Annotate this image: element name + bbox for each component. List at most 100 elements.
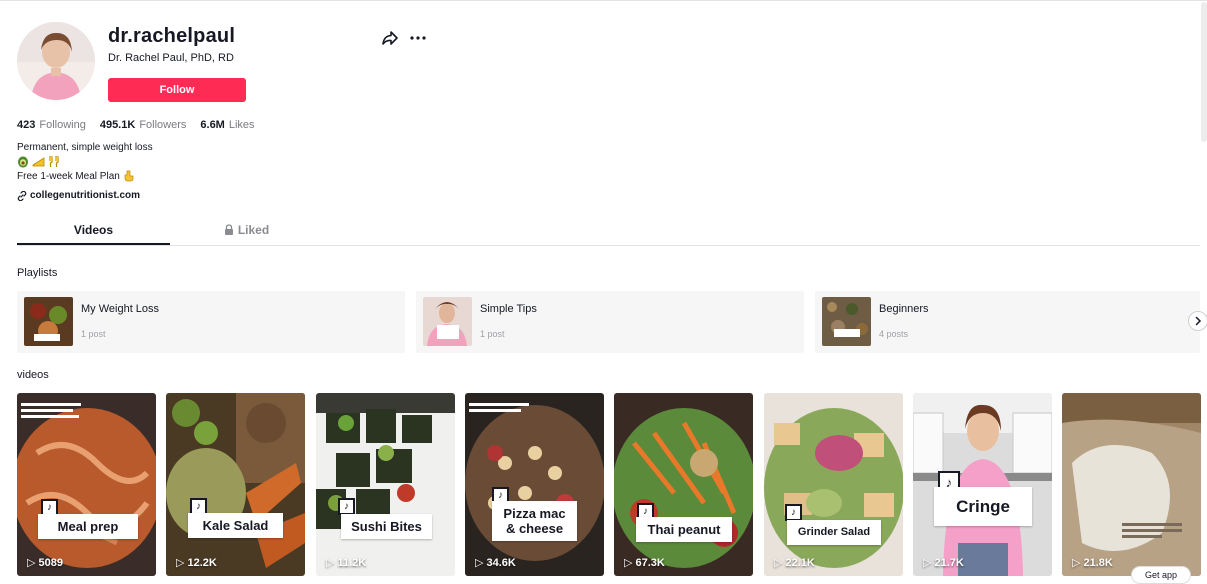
video-views-count: 67.3K — [635, 556, 665, 569]
video-caption: Meal prep — [38, 514, 138, 539]
profile-stats: 423 Following 495.1K Followers 6.6M Likes — [17, 119, 255, 131]
stat-label: Following — [39, 119, 86, 131]
stat-followers[interactable]: 495.1K Followers — [100, 119, 187, 131]
video-views: ▷ 21.7K — [923, 556, 964, 570]
stat-value: 6.6M — [200, 119, 225, 131]
tiktok-logo-icon: ♪ — [338, 498, 355, 515]
playlist-thumbnail — [423, 297, 472, 346]
bio-line-1: Permanent, simple weight loss — [17, 142, 153, 153]
video-caption: Kale Salad — [188, 513, 283, 538]
share-icon[interactable] — [381, 30, 399, 46]
video-card[interactable]: ♪ Cringe ▷ 21.7K — [913, 393, 1052, 576]
playlist-card[interactable]: Simple Tips 1 post — [416, 291, 804, 353]
video-thumbnail — [17, 393, 156, 576]
playlist-thumbnail — [24, 297, 73, 346]
playlist-count: 1 post — [81, 329, 106, 339]
play-icon: ▷ — [774, 557, 783, 569]
video-views: ▷ 22.1K — [774, 556, 815, 570]
video-views: ▷ 5089 — [27, 556, 63, 570]
scrollbar[interactable] — [1201, 2, 1207, 142]
profile-link[interactable]: collegenutritionist.com — [17, 190, 140, 201]
play-icon: ▷ — [475, 557, 484, 569]
playlist-count: 1 post — [480, 329, 505, 339]
playlist-count: 4 posts — [879, 329, 909, 339]
stat-likes: 6.6M Likes — [200, 119, 254, 131]
play-icon: ▷ — [1072, 557, 1081, 569]
video-caption: Grinder Salad — [787, 520, 881, 545]
tab-videos-label: Videos — [73, 223, 114, 237]
playlist-name: My Weight Loss — [81, 303, 160, 315]
playlist-card[interactable]: Beginners 4 posts — [815, 291, 1200, 353]
video-views-count: 11.2K — [337, 556, 367, 569]
video-views: ▷ 12.2K — [176, 556, 217, 570]
video-card[interactable]: ♪ Sushi Bites ▷ 11.2K — [316, 393, 455, 576]
play-icon: ▷ — [326, 557, 335, 569]
stat-value: 423 — [17, 119, 36, 131]
video-views: ▷ 21.8K — [1072, 556, 1113, 570]
video-card[interactable]: ♪ Kale Salad ▷ 12.2K — [166, 393, 305, 576]
avocado-icon — [18, 156, 28, 168]
video-views-count: 21.8K — [1083, 556, 1113, 569]
video-card[interactable]: ♪ Pizza mac & cheese ▷ 34.6K — [465, 393, 604, 576]
video-views-count: 22.1K — [785, 556, 815, 569]
playlists-heading: Playlists — [17, 267, 58, 279]
video-views-count: 21.7K — [934, 556, 964, 569]
video-thumbnail — [913, 393, 1052, 576]
play-icon: ▷ — [624, 557, 633, 569]
lock-icon — [224, 224, 233, 235]
stat-label: Followers — [139, 119, 187, 131]
playlist-name: Beginners — [879, 303, 929, 315]
play-icon: ▷ — [923, 557, 932, 569]
username: dr.rachelpaul — [108, 25, 236, 47]
video-thumbnail — [465, 393, 604, 576]
video-views: ▷ 67.3K — [624, 556, 665, 570]
video-views: ▷ 34.6K — [475, 556, 516, 570]
follow-button[interactable]: Follow — [108, 78, 246, 102]
tab-liked[interactable]: Liked — [170, 221, 323, 245]
tab-videos[interactable]: Videos — [17, 221, 170, 245]
video-thumbnail — [316, 393, 455, 576]
video-thumbnail — [1062, 393, 1201, 576]
video-views: ▷ 11.2K — [326, 556, 367, 570]
video-card[interactable]: ♪ Thai peanut ▷ 67.3K — [614, 393, 753, 576]
video-views-count: 12.2K — [187, 556, 217, 569]
video-card[interactable]: ♪ Grinder Salad ▷ 22.1K — [764, 393, 903, 576]
bio-line-2: Free 1-week Meal Plan — [17, 170, 135, 182]
stat-label: Likes — [228, 119, 255, 131]
cheese-icon — [32, 157, 45, 167]
video-thumbnail — [166, 393, 305, 576]
video-caption: Cringe — [934, 487, 1032, 526]
bio-emojis — [17, 155, 60, 169]
top-divider — [0, 0, 1207, 1]
playlist-card[interactable]: My Weight Loss 1 post — [17, 291, 405, 353]
video-thumbnail — [764, 393, 903, 576]
video-card[interactable]: ▷ 21.8K — [1062, 393, 1201, 576]
profile-link-text[interactable]: collegenutritionist.com — [30, 190, 140, 201]
bio-line-2-text: Free 1-week Meal Plan — [17, 170, 120, 182]
tiktok-logo-icon: ♪ — [785, 504, 802, 521]
tab-liked-label: Liked — [237, 223, 270, 237]
video-views-count: 5089 — [38, 556, 63, 569]
video-caption: Sushi Bites — [341, 514, 432, 539]
more-options-icon[interactable] — [409, 30, 427, 46]
play-icon: ▷ — [176, 557, 185, 569]
avatar[interactable] — [17, 22, 95, 100]
video-thumbnail — [614, 393, 753, 576]
video-views-count: 34.6K — [486, 556, 516, 569]
stat-value: 495.1K — [99, 119, 136, 131]
display-name: Dr. Rachel Paul, PhD, RD — [108, 52, 234, 64]
playlist-next-button[interactable] — [1188, 311, 1207, 331]
get-app-button[interactable]: Get app — [1131, 566, 1191, 584]
playlist-name: Simple Tips — [480, 303, 537, 315]
link-icon — [17, 190, 27, 201]
chevron-right-icon — [1195, 316, 1202, 326]
clinking-glasses-icon — [49, 156, 59, 167]
pointing-down-icon — [124, 170, 134, 182]
profile-tabs: Videos Liked — [17, 221, 1200, 246]
playlist-thumbnail — [822, 297, 871, 346]
video-caption: Pizza mac & cheese — [492, 501, 577, 541]
video-card[interactable]: ♪ Meal prep ▷ 5089 — [17, 393, 156, 576]
video-caption: Thai peanut — [636, 517, 732, 542]
stat-following[interactable]: 423 Following — [17, 119, 86, 131]
play-icon: ▷ — [27, 557, 36, 569]
